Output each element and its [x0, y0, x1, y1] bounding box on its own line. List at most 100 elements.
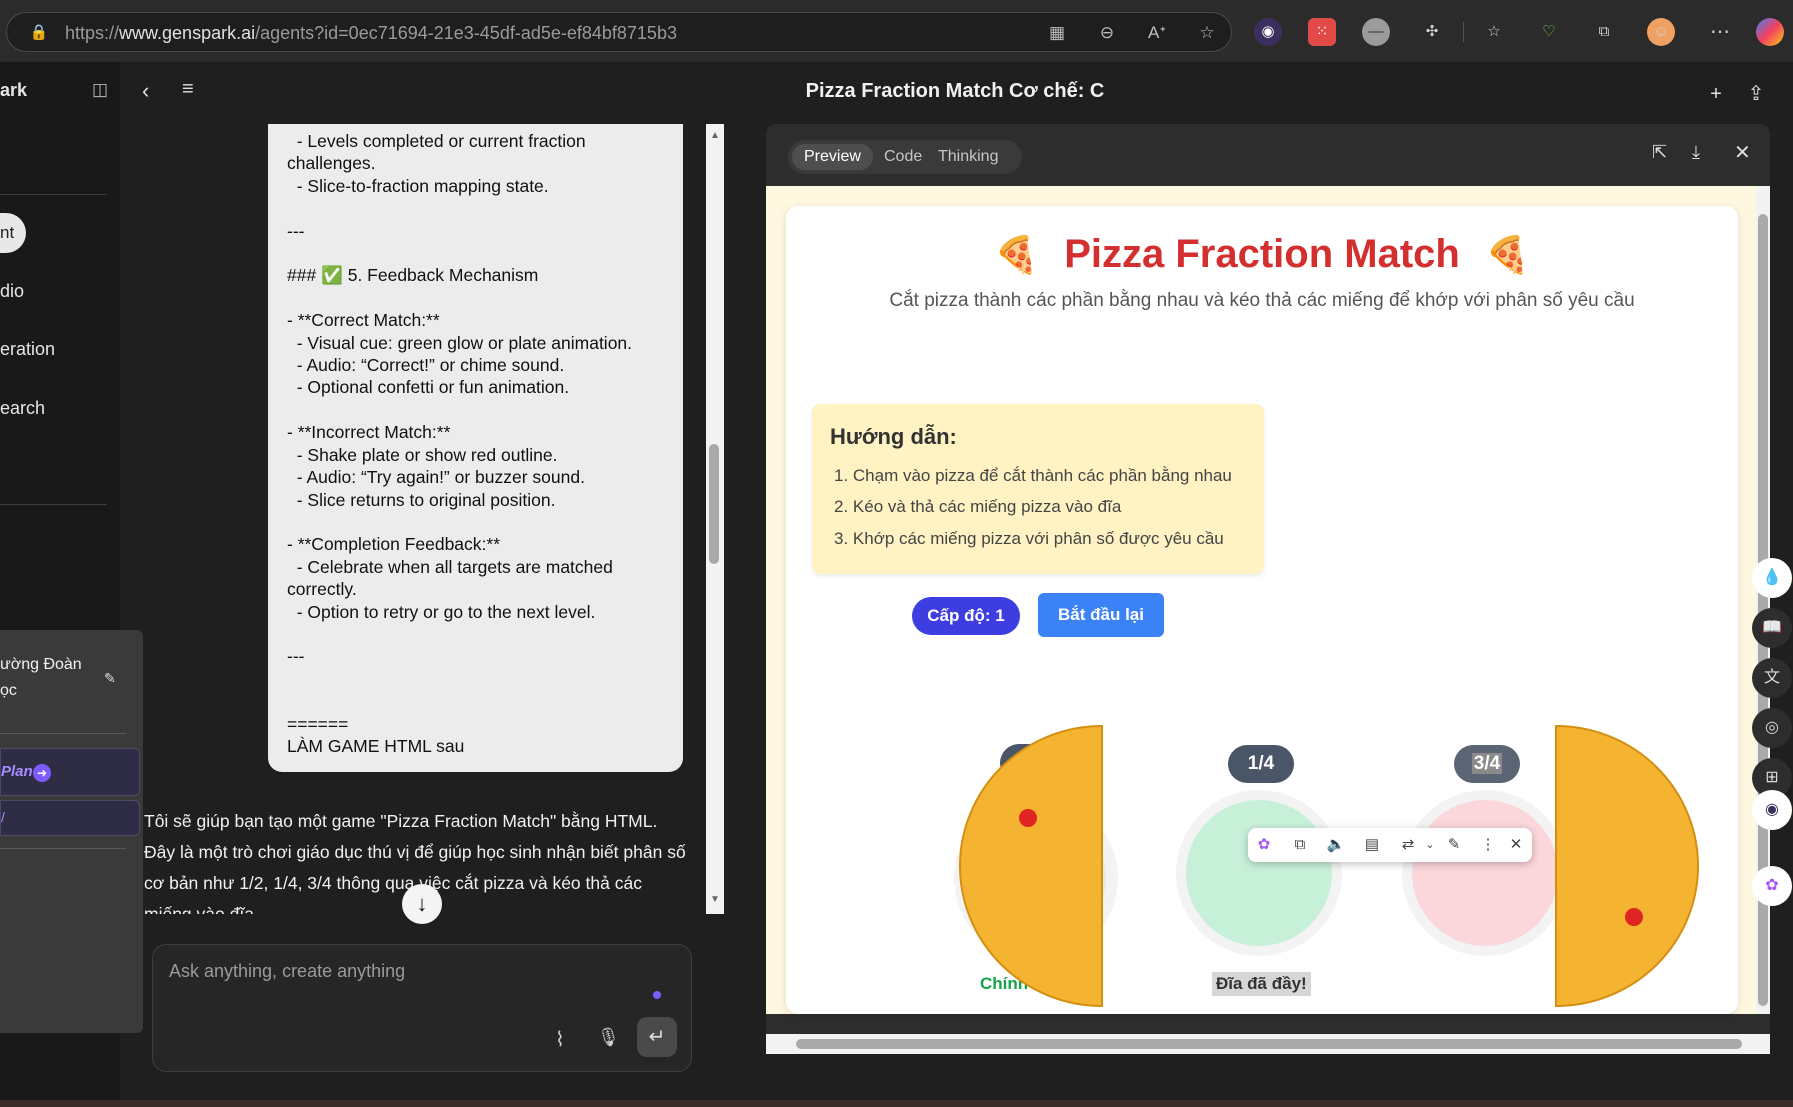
url-domain: www.genspark.ai: [119, 23, 256, 43]
app-name: ark: [0, 80, 28, 100]
plate-3[interactable]: [1402, 790, 1568, 956]
game-title-row: 🍕 Pizza Fraction Match 🍕: [786, 232, 1738, 277]
favorites-icon[interactable]: ☆: [1480, 18, 1508, 46]
instruction-step: 3. Khớp các miếng pizza với phân số được…: [834, 529, 1224, 548]
plate-2-inner: [1186, 800, 1332, 946]
popup-divider: [0, 848, 126, 849]
download-icon[interactable]: ⤓: [1692, 142, 1700, 163]
collections-icon[interactable]: ⧉: [1590, 18, 1618, 46]
chat-scroll-thumb[interactable]: [709, 444, 719, 564]
edge-ghost-icon[interactable]: ◉: [1752, 790, 1792, 830]
game-subtitle: Cắt pizza thành các phần bằng nhau và ké…: [889, 290, 1635, 311]
plate-3-fraction: 3/4: [1454, 745, 1520, 783]
microphone-icon[interactable]: 🎙: [597, 1027, 620, 1048]
plate-2[interactable]: [1176, 790, 1342, 956]
pepperoni: [1019, 809, 1037, 827]
popup-second-label: /: [1, 809, 5, 825]
sidebar-item-label: nt: [0, 223, 15, 242]
account-name: ường Đoàn: [0, 656, 82, 673]
tab-code[interactable]: Code: [872, 144, 934, 170]
menu-icon[interactable]: ≡: [182, 78, 194, 101]
extension-ghost-icon[interactable]: ◉: [1254, 18, 1282, 46]
edit-icon[interactable]: ✎: [104, 670, 116, 687]
edge-drop-icon[interactable]: 💧: [1752, 558, 1792, 598]
extension-gray-icon[interactable]: —: [1362, 18, 1390, 46]
highlight-icon[interactable]: ✎: [1442, 833, 1466, 857]
url-path: /agents?id=0ec71694-21e3-45df-ad5e-ef84b…: [255, 23, 677, 43]
copy-icon[interactable]: ⧉: [1288, 833, 1312, 857]
restart-button[interactable]: Bắt đầu lại: [1038, 593, 1164, 637]
copilot-brain-icon[interactable]: ✿: [1252, 833, 1276, 857]
extensions-puzzle-icon[interactable]: ✣: [1418, 18, 1446, 46]
pizza-slice: [1555, 724, 1699, 1008]
user-message: - Levels completed or current fraction c…: [268, 124, 683, 772]
sidebar-item-generation[interactable]: eration: [0, 339, 55, 360]
back-icon[interactable]: ‹: [142, 78, 149, 104]
level-badge: Cấp độ: 1: [912, 597, 1020, 635]
scroll-to-bottom-button[interactable]: ↓: [402, 884, 442, 924]
page-title: Pizza Fraction Match Cơ chế: C: [805, 80, 1105, 102]
favorite-star-icon[interactable]: ☆: [1195, 21, 1219, 45]
status-dot-icon: [653, 991, 661, 999]
tab-thinking[interactable]: Thinking: [926, 144, 1010, 170]
plate-3-fraction-label: 3/4: [1471, 753, 1503, 774]
url-text[interactable]: https://www.genspark.ai/agents?id=0ec716…: [65, 23, 677, 43]
pizza-half-right[interactable]: [1554, 724, 1700, 1008]
more-menu-icon[interactable]: ⋯: [1706, 18, 1734, 46]
plate-3-inner: [1412, 800, 1558, 946]
extension-dice-icon[interactable]: ⁙: [1308, 18, 1336, 46]
instructions-title: Hướng dẫn:: [830, 424, 957, 449]
pizza-slice: [959, 724, 1103, 1008]
arrow-right-icon: ➜: [33, 764, 51, 782]
pizza-icon: 🍕: [1484, 234, 1530, 275]
zoom-icon[interactable]: ⊖: [1095, 21, 1119, 45]
pizza-half-left[interactable]: [958, 724, 1104, 1008]
popup-second-button[interactable]: /: [0, 800, 140, 836]
plan-button[interactable]: Plan ➜: [0, 748, 140, 796]
selection-toolbar: ✿ ⧉ 🔈 ▤ ⇄ ⌄ ✎ ⋮ ✕: [1248, 828, 1532, 862]
sidebar-divider: [0, 504, 107, 505]
copilot-icon[interactable]: [1756, 18, 1784, 46]
more-vertical-icon[interactable]: ⋮: [1476, 833, 1500, 857]
edge-podcast-icon[interactable]: ◎: [1752, 708, 1792, 748]
close-toolbar-icon[interactable]: ✕: [1504, 833, 1528, 857]
open-external-icon[interactable]: ⇱: [1652, 142, 1667, 163]
instruction-step: 1. Chạm vào pizza để cắt thành các phần …: [834, 466, 1232, 485]
plan-label: Plan: [1, 763, 33, 780]
sidebar-toggle-icon[interactable]: ◫: [92, 80, 108, 100]
read-aloud-icon[interactable]: Aᐩ: [1145, 21, 1169, 45]
address-bar[interactable]: 🔒 https://www.genspark.ai/agents?id=0ec7…: [6, 12, 1232, 52]
instruction-step: 2. Kéo và thả các miếng pizza vào đĩa: [834, 497, 1122, 516]
send-button[interactable]: ↵: [637, 1017, 677, 1057]
instructions-box: Hướng dẫn: 1. Chạm vào pizza để cắt thàn…: [812, 404, 1264, 574]
chat-input[interactable]: Ask anything, create anything ⌇ 🎙 ↵: [152, 944, 692, 1072]
new-chat-icon[interactable]: +: [1702, 80, 1730, 108]
account-popup: ường Đoàn ọc ✎ Plan ➜ /: [0, 630, 143, 1033]
edge-reader-icon[interactable]: 📖: [1752, 608, 1792, 648]
pepperoni: [1625, 908, 1643, 926]
translate-icon[interactable]: ⇄: [1396, 833, 1420, 857]
split-view-icon[interactable]: ▦: [1045, 21, 1069, 45]
browser-toolbar: 🔒 https://www.genspark.ai/agents?id=0ec7…: [0, 0, 1793, 62]
notes-icon[interactable]: ▤: [1360, 833, 1384, 857]
toolbar-divider: [1463, 22, 1464, 42]
taskbar-edge: [0, 1100, 1793, 1107]
tab-preview[interactable]: Preview: [792, 144, 873, 170]
speaker-icon[interactable]: 🔈: [1324, 833, 1348, 857]
game-title: Pizza Fraction Match: [1064, 232, 1460, 276]
sidebar-item-audio[interactable]: dio: [0, 281, 24, 302]
close-icon[interactable]: ✕: [1734, 140, 1751, 165]
scroll-down-arrow-icon[interactable]: ▼: [710, 894, 720, 905]
edge-translate-icon[interactable]: 文: [1752, 658, 1792, 698]
chevron-down-icon[interactable]: ⌄: [1418, 833, 1442, 857]
account-name-line2: ọc: [0, 682, 17, 699]
lock-icon[interactable]: 🔒: [29, 23, 49, 43]
preview-horizontal-thumb[interactable]: [796, 1039, 1742, 1049]
edge-copilot-icon[interactable]: ✿: [1752, 866, 1792, 906]
scroll-up-icon[interactable]: ▲: [710, 130, 720, 141]
sidebar-item-research[interactable]: earch: [0, 398, 45, 419]
avatar[interactable]: ☺: [1647, 18, 1675, 46]
browser-essentials-icon[interactable]: ♡: [1535, 18, 1563, 46]
share-icon[interactable]: ⇪: [1742, 80, 1770, 108]
attach-icon[interactable]: ⌇: [555, 1027, 565, 1052]
